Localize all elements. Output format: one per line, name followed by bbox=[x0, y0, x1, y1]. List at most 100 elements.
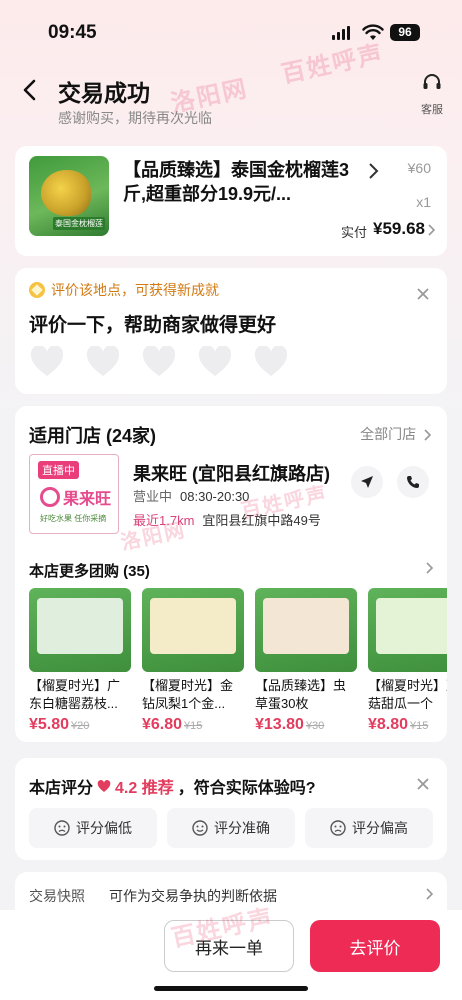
store-logo[interactable]: 直播中 果来旺 好吃水果 任你采摘 bbox=[29, 454, 119, 534]
paid-amount: ¥59.68 bbox=[373, 219, 425, 238]
store-section-title: 适用门店 (24家) bbox=[29, 426, 157, 446]
heart-icon[interactable] bbox=[253, 346, 289, 378]
logo-mark-icon bbox=[40, 487, 60, 507]
review-prompt-card: 评价该地点，可获得新成就 评价一下，帮助商家做得更好 bbox=[15, 268, 447, 394]
headset-icon bbox=[423, 74, 441, 89]
achievement-hint: 评价该地点，可获得新成就 bbox=[29, 280, 219, 300]
heart-icon[interactable] bbox=[85, 346, 121, 378]
chevron-right-small-icon bbox=[426, 888, 433, 900]
deal-carousel[interactable]: 【榴夏时光】广东白糖罂荔枝... ¥5.80 ¥20 【榴夏时光】金钻凤梨1个金.… bbox=[29, 588, 447, 738]
deal-name: 【榴夏时光】广东白糖罂荔枝... bbox=[29, 678, 121, 711]
store-card: 适用门店 (24家) 全部门店 直播中 果来旺 好吃水果 任你采摘 果来旺 (宜… bbox=[15, 406, 447, 742]
all-stores-link[interactable]: 全部门店 bbox=[360, 424, 432, 444]
store-location: 最近1.7km 宜阳县红旗中路49号 bbox=[133, 510, 321, 529]
deal-image bbox=[255, 588, 357, 672]
chevron-right-small-icon[interactable] bbox=[425, 562, 433, 574]
order-product-name[interactable]: 【品质臻选】泰国金枕榴莲3斤,超重部分19.9元/... bbox=[123, 158, 355, 206]
battery-indicator: 96 bbox=[390, 24, 420, 41]
paid-label: 实付 bbox=[341, 225, 368, 240]
rating-too-high-button[interactable]: 评分偏高 bbox=[305, 808, 433, 848]
deal-price-row: ¥8.80 ¥15 bbox=[368, 716, 447, 734]
store-address: 宜阳县红旗中路49号 bbox=[202, 513, 321, 528]
logo-brand: 果来旺 bbox=[40, 485, 111, 509]
snapshot-text: 可作为交易争执的判断依据 bbox=[109, 888, 277, 904]
order-again-button[interactable]: 再来一单 bbox=[164, 920, 294, 972]
neutral-face-icon bbox=[330, 820, 346, 836]
bottom-action-bar: 再来一单 去评价 bbox=[0, 910, 462, 1000]
heart-rating[interactable] bbox=[29, 346, 289, 378]
call-button[interactable] bbox=[397, 466, 429, 498]
back-arrow-icon[interactable] bbox=[16, 76, 44, 104]
store-distance: 最近1.7km bbox=[133, 513, 195, 528]
heart-icon[interactable] bbox=[197, 346, 233, 378]
deal-image bbox=[142, 588, 244, 672]
deal-price: ¥6.80 bbox=[142, 716, 183, 733]
chevron-right-small-icon[interactable] bbox=[427, 224, 435, 236]
order-card[interactable]: 泰国金枕榴莲 【品质臻选】泰国金枕榴莲3斤,超重部分19.9元/... ¥60 … bbox=[15, 146, 447, 256]
deal-item[interactable]: 【品质臻选】虫草蛋30枚 ¥13.80 ¥30 bbox=[255, 588, 357, 734]
durian-image bbox=[41, 170, 91, 216]
deal-price: ¥13.80 bbox=[255, 716, 304, 733]
all-stores-label: 全部门店 bbox=[360, 426, 417, 442]
logo-slogan: 好吃水果 任你采摘 bbox=[40, 514, 107, 523]
deal-original-price: ¥15 bbox=[410, 720, 429, 732]
deal-image bbox=[29, 588, 131, 672]
rating-feedback-card: 本店评分 4.2 推荐 ，符合实际体验吗? 评分偏低 评分准确 评分偏高 bbox=[15, 758, 447, 860]
deal-item[interactable]: 【榴夏时光】广东白糖罂荔枝... ¥5.80 ¥20 bbox=[29, 588, 131, 734]
deal-price-row: ¥6.80 ¥15 bbox=[142, 716, 244, 734]
heart-icon[interactable] bbox=[29, 346, 65, 378]
rating-option-label: 评分偏低 bbox=[76, 820, 132, 836]
rating-too-low-button[interactable]: 评分偏低 bbox=[29, 808, 157, 848]
deal-price-row: ¥5.80 ¥20 bbox=[29, 716, 131, 734]
sad-face-icon bbox=[54, 820, 70, 836]
deal-name: 【品质臻选】虫草蛋30枚 bbox=[255, 678, 347, 711]
close-icon[interactable] bbox=[415, 776, 431, 792]
deal-original-price: ¥30 bbox=[305, 720, 325, 732]
achievement-hint-text: 评价该地点，可获得新成就 bbox=[51, 282, 219, 298]
deal-item[interactable]: 【榴夏时光】金钻凤梨1个金... ¥6.80 ¥15 bbox=[142, 588, 244, 734]
deal-item[interactable]: 【榴夏时光】蘑菇甜瓜一个 ¥8.80¥15 bbox=[368, 588, 447, 734]
navigate-button[interactable] bbox=[351, 466, 383, 498]
close-icon[interactable] bbox=[415, 286, 431, 302]
status-bar: 09:45 96 bbox=[0, 0, 462, 62]
product-thumbnail[interactable]: 泰国金枕榴莲 bbox=[29, 156, 109, 236]
deal-name: 【榴夏时光】金钻凤梨1个金... bbox=[142, 678, 234, 711]
navigation-arrow-icon bbox=[361, 476, 373, 488]
heart-filled-icon bbox=[97, 779, 111, 792]
order-unit-price: ¥60 bbox=[407, 160, 431, 176]
rating-options: 评分偏低 评分准确 评分偏高 bbox=[29, 808, 433, 848]
thumbnail-tag: 泰国金枕榴莲 bbox=[53, 217, 105, 230]
store-hours: 营业中 08:30-20:30 bbox=[133, 486, 249, 505]
heart-icon[interactable] bbox=[141, 346, 177, 378]
rating-prefix: 本店评分 bbox=[29, 780, 94, 797]
store-hours-value: 08:30-20:30 bbox=[180, 489, 250, 504]
chevron-right-small-icon bbox=[424, 429, 432, 441]
rating-option-label: 评分准确 bbox=[214, 820, 270, 836]
write-review-button[interactable]: 去评价 bbox=[310, 920, 440, 972]
store-status: 营业中 bbox=[133, 489, 173, 504]
page-header: 交易成功 感谢购买，期待再次光临 客服 bbox=[0, 64, 462, 134]
chevron-right-icon[interactable] bbox=[367, 162, 379, 180]
deal-original-price: ¥20 bbox=[71, 720, 90, 732]
customer-service-label: 客服 bbox=[421, 104, 443, 116]
live-badge: 直播中 bbox=[38, 461, 79, 479]
page-title: 交易成功 bbox=[58, 80, 150, 106]
badge-icon bbox=[29, 282, 45, 298]
deal-original-price: ¥15 bbox=[184, 720, 203, 732]
wifi-icon bbox=[362, 24, 384, 40]
more-deals-title[interactable]: 本店更多团购 (35) bbox=[29, 560, 150, 581]
customer-service-button[interactable]: 客服 bbox=[414, 72, 450, 117]
smile-face-icon bbox=[192, 820, 208, 836]
phone-icon bbox=[407, 476, 419, 488]
status-time: 09:45 bbox=[48, 22, 97, 43]
deal-price: ¥8.80 bbox=[368, 716, 409, 733]
store-name[interactable]: 果来旺 (宜阳县红旗路店) bbox=[133, 460, 330, 486]
snapshot-label: 交易快照 bbox=[29, 888, 85, 904]
home-indicator bbox=[154, 986, 308, 991]
rating-score: 4.2 推荐 bbox=[115, 780, 174, 797]
rating-accurate-button[interactable]: 评分准确 bbox=[167, 808, 295, 848]
rating-question-text: ，符合实际体验吗? bbox=[177, 780, 316, 797]
rating-question: 本店评分 4.2 推荐 ，符合实际体验吗? bbox=[29, 774, 316, 798]
page-subtitle: 感谢购买，期待再次光临 bbox=[58, 110, 212, 126]
deal-price-row: ¥13.80 ¥30 bbox=[255, 716, 357, 734]
